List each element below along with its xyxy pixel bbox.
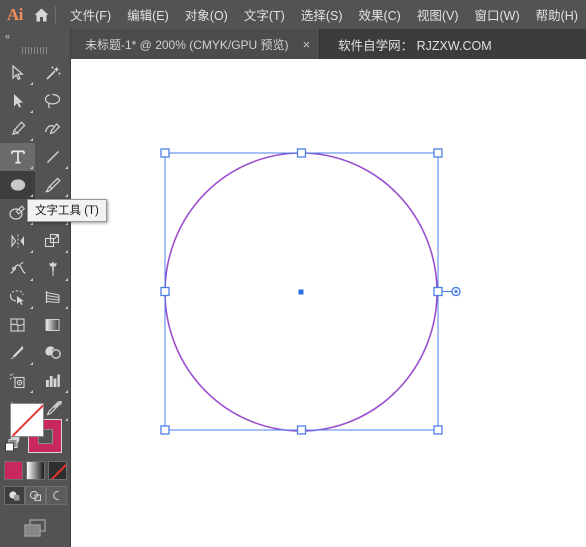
line-segment-tool[interactable] — [35, 143, 70, 171]
free-transform-tool[interactable] — [35, 255, 70, 283]
collapse-panel-icon[interactable]: « — [0, 29, 70, 43]
perspective-grid-tool[interactable] — [35, 283, 70, 311]
flyout-arrow-icon — [65, 166, 68, 169]
flyout-arrow-icon — [30, 110, 33, 113]
menu-item-effect[interactable]: 效果(C) — [350, 2, 408, 27]
artboard-canvas[interactable] — [71, 59, 586, 547]
live-shape-width-widget-dot — [454, 289, 458, 294]
flyout-arrow-icon — [30, 82, 33, 85]
flyout-arrow-icon — [30, 362, 33, 365]
document-tab-bar: 未标题-1* @ 200% (CMYK/GPU 预览) × 软件自学网： RJZ… — [71, 29, 586, 59]
eyedropper-tool[interactable] — [0, 339, 35, 367]
default-fill-stroke-icon[interactable] — [5, 439, 18, 452]
gradient-mode-button[interactable] — [26, 461, 45, 480]
selection-handle-bottom-right — [433, 425, 443, 435]
selection-handle-top-right — [433, 148, 443, 158]
menu-item-view[interactable]: 视图(V) — [409, 2, 467, 27]
direct-selection-tool[interactable] — [0, 87, 35, 115]
ellipse-tool[interactable] — [0, 171, 35, 199]
flyout-arrow-icon — [30, 138, 33, 141]
paintbrush-tool[interactable] — [35, 171, 70, 199]
pen-tool[interactable] — [0, 115, 35, 143]
flyout-arrow-icon — [30, 390, 33, 393]
tool-grid — [0, 59, 70, 451]
lasso-tool[interactable] — [35, 87, 70, 115]
app-logo: Ai — [6, 4, 23, 24]
menu-item-type[interactable]: 文字(T) — [236, 2, 293, 27]
menu-item-help[interactable]: 帮助(H) — [528, 2, 586, 27]
fill-none-slash-icon — [11, 404, 43, 436]
drawing-mode-buttons — [0, 486, 71, 505]
flyout-arrow-icon — [30, 250, 33, 253]
flyout-arrow-icon — [65, 250, 68, 253]
flyout-arrow-icon — [30, 166, 33, 169]
blend-tool[interactable] — [35, 339, 70, 367]
magic-wand-tool[interactable] — [35, 59, 70, 87]
document-tab-title: 未标题-1* @ 200% (CMYK/GPU 预览) — [85, 37, 289, 52]
selection-handle-middle-left — [160, 286, 170, 297]
document-tab-active[interactable]: 未标题-1* @ 200% (CMYK/GPU 预览) × — [71, 29, 321, 59]
panel-drag-handle[interactable] — [0, 43, 70, 57]
menu-item-select[interactable]: 选择(S) — [293, 2, 351, 27]
curvature-tool[interactable] — [35, 115, 70, 143]
menu-item-object[interactable]: 对象(O) — [177, 2, 236, 27]
watermark-label: 软件自学网： RJZXW.COM — [338, 38, 492, 53]
none-mode-button[interactable] — [48, 461, 67, 480]
scale-tool[interactable] — [35, 227, 70, 255]
illustrator-window: Ai 文件(F) 编辑(E) 对象(O) 文字(T) 选择(S) 效果(C) 视… — [0, 0, 586, 547]
fill-swatch[interactable] — [10, 403, 44, 437]
menu-item-edit[interactable]: 编辑(E) — [119, 2, 177, 27]
symbol-sprayer-tool[interactable] — [0, 367, 35, 395]
selection-handle-bottom-left — [160, 425, 170, 435]
change-screen-mode-button[interactable] — [0, 517, 71, 539]
flyout-arrow-icon — [65, 194, 68, 197]
draw-behind-button[interactable] — [25, 486, 46, 505]
swap-fill-stroke-icon[interactable] — [53, 400, 66, 413]
selection-tool[interactable] — [0, 59, 35, 87]
type-tool[interactable] — [0, 143, 35, 171]
selection-handle-middle-right — [433, 286, 443, 297]
grip-dots-icon — [22, 46, 48, 54]
menu-item-list: 文件(F) 编辑(E) 对象(O) 文字(T) 选择(S) 效果(C) 视图(V… — [62, 2, 586, 27]
color-mode-button[interactable] — [4, 461, 23, 480]
color-controls — [0, 397, 71, 539]
flyout-arrow-icon — [65, 306, 68, 309]
flyout-arrow-icon — [65, 390, 68, 393]
menu-bar: Ai 文件(F) 编辑(E) 对象(O) 文字(T) 选择(S) 效果(C) 视… — [0, 0, 586, 29]
close-icon[interactable]: × — [303, 38, 311, 51]
artwork-layer — [160, 148, 461, 435]
width-tool[interactable] — [0, 255, 35, 283]
selection-handle-bottom-center — [296, 425, 307, 435]
flyout-arrow-icon — [30, 222, 33, 225]
flyout-arrow-icon — [30, 278, 33, 281]
draw-normal-button[interactable] — [4, 486, 25, 505]
draw-inside-button[interactable] — [46, 486, 67, 505]
selection-handle-top-center — [296, 148, 307, 158]
menu-item-window[interactable]: 窗口(W) — [467, 2, 528, 27]
flyout-arrow-icon — [30, 194, 33, 197]
selection-handle-top-left — [160, 148, 170, 158]
center-anchor-point — [298, 289, 304, 295]
tools-panel: « 文字工具 (T) — [0, 29, 107, 547]
flyout-arrow-icon — [65, 222, 68, 225]
flyout-arrow-icon — [65, 278, 68, 281]
menu-divider — [55, 5, 57, 24]
flyout-arrow-icon — [30, 306, 33, 309]
mesh-tool[interactable] — [0, 311, 35, 339]
home-icon[interactable] — [30, 0, 54, 29]
color-mode-buttons — [0, 461, 71, 480]
rotate-tool[interactable] — [0, 227, 35, 255]
menu-item-file[interactable]: 文件(F) — [62, 2, 119, 27]
shape-builder-tool[interactable] — [0, 283, 35, 311]
fill-stroke-indicator — [0, 397, 71, 459]
tool-tooltip: 文字工具 (T) — [27, 199, 107, 222]
gradient-tool[interactable] — [35, 311, 70, 339]
column-graph-tool[interactable] — [35, 367, 70, 395]
